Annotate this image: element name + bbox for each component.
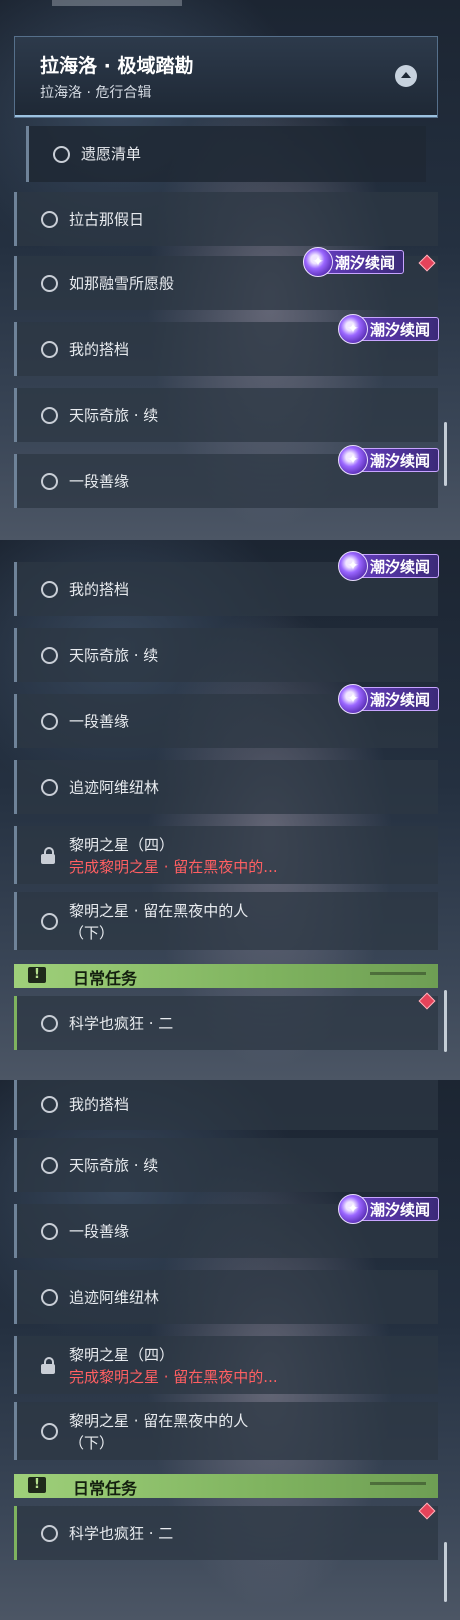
circle-icon bbox=[53, 146, 70, 163]
circle-icon bbox=[41, 341, 58, 358]
lock-icon bbox=[41, 1357, 55, 1375]
daily-section-header: ! 日常任务 bbox=[14, 964, 438, 988]
tide-sparkle-icon: ✦ bbox=[338, 314, 368, 344]
quest-item[interactable]: 拉古那假日 bbox=[14, 192, 438, 246]
quest-panel-3: 我的搭档 天际奇旅 · 续 一段善缘 追迹阿维纽林 黎明之星（四） 完成黎明之星… bbox=[0, 1080, 460, 1620]
tide-sparkle-icon: ✦ bbox=[303, 247, 333, 277]
quest-label: 天际奇旅 · 续 bbox=[69, 1156, 159, 1175]
quest-label: 我的搭档 bbox=[69, 1095, 130, 1114]
quest-label: 科学也疯狂 · 二 bbox=[69, 1014, 174, 1033]
circle-icon bbox=[41, 1157, 58, 1174]
circle-icon bbox=[41, 211, 58, 228]
circle-icon bbox=[41, 275, 58, 292]
circle-icon bbox=[41, 1423, 58, 1440]
quest-item[interactable]: 黎明之星 · 留在黑夜中的人 （下） bbox=[14, 1402, 438, 1460]
clipped-row bbox=[52, 0, 182, 6]
quest-label: 黎明之星 · 留在黑夜中的人 （下） bbox=[69, 900, 248, 944]
daily-section-title: 日常任务 bbox=[73, 969, 138, 988]
quest-item[interactable]: 我的搭档 bbox=[14, 1080, 438, 1130]
quest-label: 追迹阿维纽林 bbox=[69, 778, 160, 797]
scrollbar[interactable] bbox=[444, 422, 447, 486]
unlock-requirement: 完成黎明之星 · 留在黑夜中的... bbox=[69, 858, 278, 876]
quest-panel-1: 拉海洛 · 极域踏勘 拉海洛 · 危行合辑 遗愿清单 拉古那假日 如那融雪所愿般… bbox=[0, 0, 460, 540]
circle-icon bbox=[41, 1015, 58, 1032]
scrollbar[interactable] bbox=[444, 1542, 447, 1602]
quest-label-line1: 黎明之星 · 留在黑夜中的人 bbox=[69, 902, 249, 920]
locked-quest-item[interactable]: 黎明之星（四） 完成黎明之星 · 留在黑夜中的... bbox=[14, 1336, 438, 1394]
circle-icon bbox=[41, 779, 58, 796]
tide-sparkle-icon: ✦ bbox=[338, 1194, 368, 1224]
circle-icon bbox=[41, 713, 58, 730]
quest-label: 拉古那假日 bbox=[69, 210, 145, 229]
tag-label: 潮汐续闻 bbox=[370, 452, 431, 470]
quest-label: 追迹阿维纽林 bbox=[69, 1288, 160, 1307]
quest-item[interactable]: 黎明之星 · 留在黑夜中的人 （下） bbox=[14, 892, 438, 950]
tide-tag: ✦ 潮汐续闻 bbox=[338, 551, 439, 581]
quest-panel-2: 我的搭档 天际奇旅 · 续 一段善缘 追迹阿维纽林 黎明之星（四） 完成黎明之星… bbox=[0, 540, 460, 1080]
region-subtitle: 拉海洛 · 危行合辑 bbox=[40, 85, 152, 101]
tag-label: 潮汐续闻 bbox=[370, 321, 431, 339]
circle-icon bbox=[41, 913, 58, 930]
quest-label: 遗愿清单 bbox=[81, 145, 142, 163]
quest-label: 黎明之星 · 留在黑夜中的人 （下） bbox=[69, 1410, 248, 1454]
tide-sparkle-icon: ✦ bbox=[338, 551, 368, 581]
tide-tag: ✦ 潮汐续闻 bbox=[338, 314, 439, 344]
quest-item[interactable]: 天际奇旅 · 续 bbox=[14, 628, 438, 682]
quest-item[interactable]: 追迹阿维纽林 bbox=[14, 760, 438, 814]
daily-quest-item[interactable]: 科学也疯狂 · 二 bbox=[14, 1506, 438, 1560]
daily-section-header: ! 日常任务 bbox=[14, 1474, 438, 1498]
tide-sparkle-icon: ✦ bbox=[338, 445, 368, 475]
tide-tag: ✦ 潮汐续闻 bbox=[338, 445, 439, 475]
region-title: 拉海洛 · 极域踏勘 bbox=[40, 55, 194, 77]
tag-label: 潮汐续闻 bbox=[335, 254, 396, 272]
quest-label: 如那融雪所愿般 bbox=[69, 274, 175, 293]
quest-label-line2: （下） bbox=[69, 924, 115, 942]
tide-sparkle-icon: ✦ bbox=[338, 684, 368, 714]
quest-label: 一段善缘 bbox=[69, 712, 130, 731]
tide-tag: ✦ 潮汐续闻 bbox=[303, 247, 404, 277]
header-decoration bbox=[370, 1482, 426, 1485]
circle-icon bbox=[41, 647, 58, 664]
quest-item[interactable]: 追迹阿维纽林 bbox=[14, 1270, 438, 1324]
tide-tag: ✦ 潮汐续闻 bbox=[338, 684, 439, 714]
quest-item[interactable]: 遗愿清单 bbox=[26, 126, 426, 182]
region-header[interactable]: 拉海洛 · 极域踏勘 拉海洛 · 危行合辑 bbox=[14, 36, 438, 118]
tag-label: 潮汐续闻 bbox=[370, 1201, 431, 1219]
header-decoration bbox=[370, 972, 426, 975]
alert-icon: ! bbox=[28, 1477, 46, 1493]
tide-tag: ✦ 潮汐续闻 bbox=[338, 1194, 439, 1224]
quest-label: 黎明之星（四） bbox=[69, 1346, 175, 1364]
quest-label-line1: 黎明之星 · 留在黑夜中的人 bbox=[69, 1412, 249, 1430]
quest-label: 科学也疯狂 · 二 bbox=[69, 1524, 174, 1543]
circle-icon bbox=[41, 473, 58, 490]
quest-label: 天际奇旅 · 续 bbox=[69, 646, 159, 665]
circle-icon bbox=[41, 581, 58, 598]
lock-icon bbox=[41, 847, 55, 865]
scrollbar[interactable] bbox=[444, 990, 447, 1052]
quest-label: 我的搭档 bbox=[69, 580, 130, 599]
tag-label: 潮汐续闻 bbox=[370, 558, 431, 576]
quest-label-line2: （下） bbox=[69, 1434, 115, 1452]
tag-label: 潮汐续闻 bbox=[370, 691, 431, 709]
circle-icon bbox=[41, 1525, 58, 1542]
unlock-requirement: 完成黎明之星 · 留在黑夜中的... bbox=[69, 1368, 278, 1386]
quest-item[interactable]: 天际奇旅 · 续 bbox=[14, 388, 438, 442]
header-underline bbox=[15, 115, 437, 117]
circle-icon bbox=[41, 1096, 58, 1113]
quest-label: 黎明之星（四） bbox=[69, 836, 175, 854]
quest-label: 一段善缘 bbox=[69, 1222, 130, 1241]
circle-icon bbox=[41, 1223, 58, 1240]
daily-section-title: 日常任务 bbox=[73, 1479, 138, 1498]
quest-label: 天际奇旅 · 续 bbox=[69, 406, 159, 425]
quest-label: 我的搭档 bbox=[69, 340, 130, 359]
quest-item[interactable]: 天际奇旅 · 续 bbox=[14, 1138, 438, 1192]
alert-icon: ! bbox=[28, 967, 46, 983]
circle-icon bbox=[41, 407, 58, 424]
locked-quest-item[interactable]: 黎明之星（四） 完成黎明之星 · 留在黑夜中的... bbox=[14, 826, 438, 884]
quest-label: 一段善缘 bbox=[69, 472, 130, 491]
collapse-arrow-icon[interactable] bbox=[395, 65, 417, 87]
circle-icon bbox=[41, 1289, 58, 1306]
daily-quest-item[interactable]: 科学也疯狂 · 二 bbox=[14, 996, 438, 1050]
